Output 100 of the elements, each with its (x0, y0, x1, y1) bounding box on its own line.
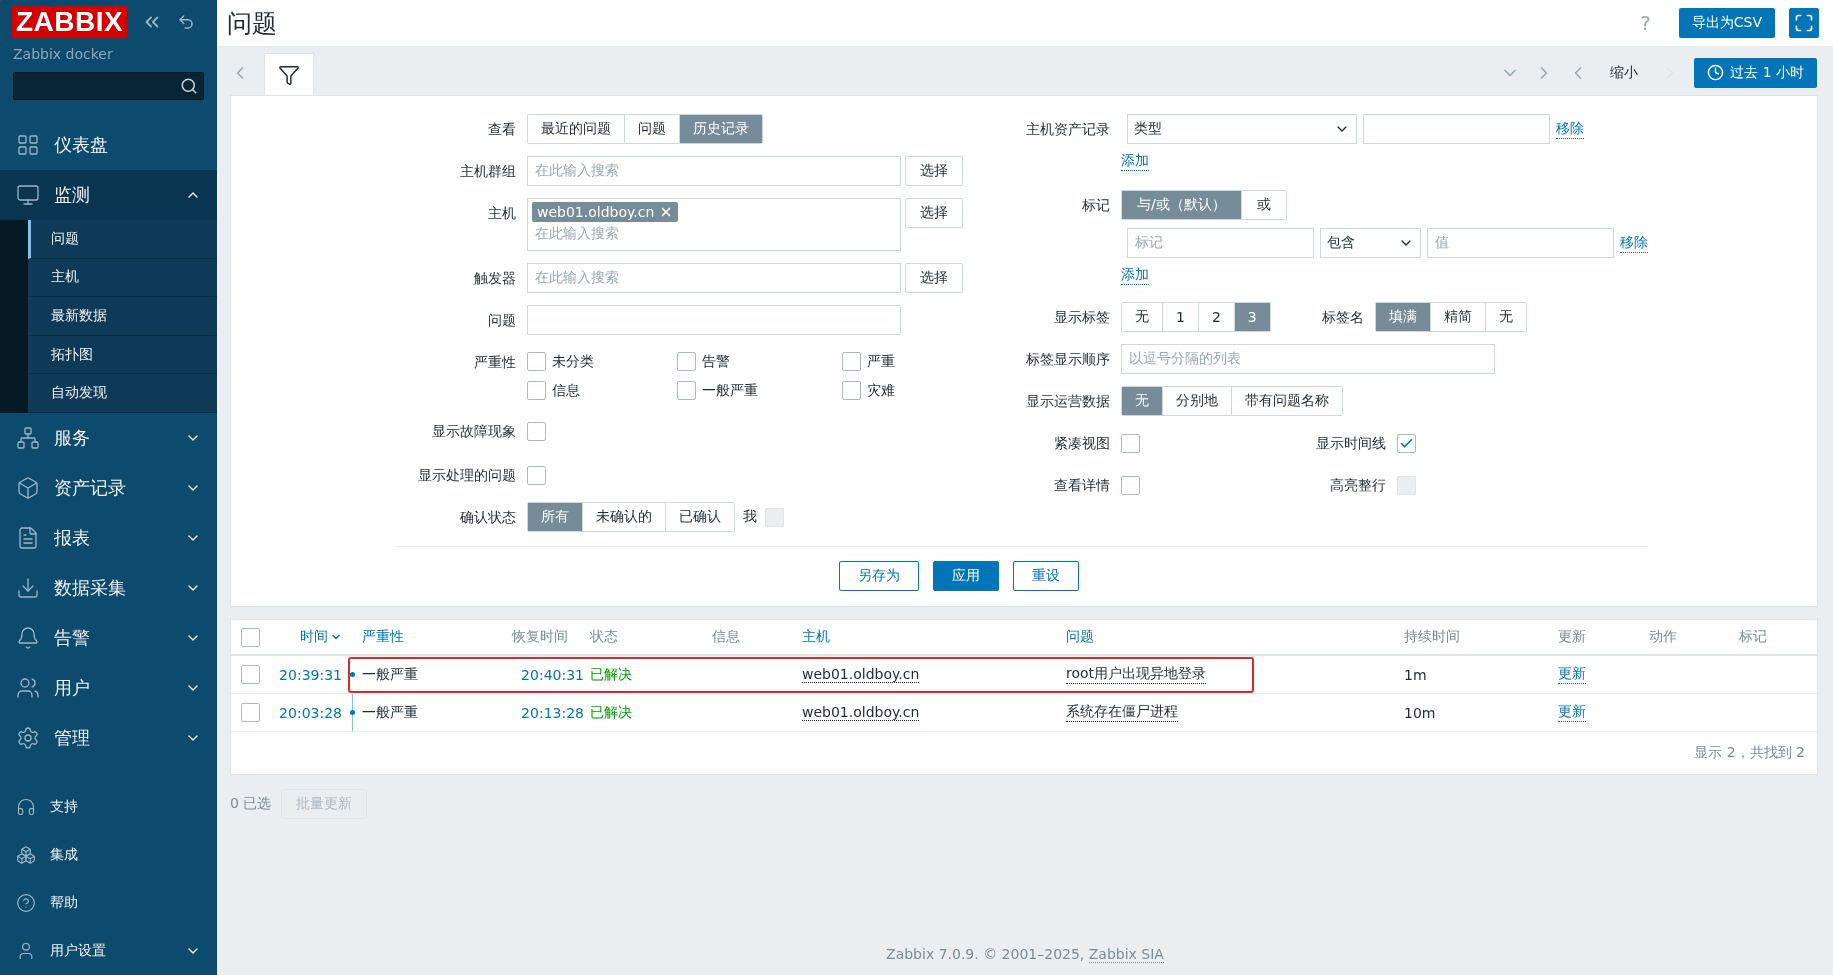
column-header[interactable]: 主机 (802, 628, 830, 646)
update-link[interactable]: 更新 (1558, 703, 1586, 722)
checkbox[interactable] (241, 665, 260, 684)
checkbox[interactable] (527, 352, 546, 371)
fullscreen-button[interactable] (1789, 8, 1819, 38)
table-cell: 一般严重 (362, 703, 418, 722)
monitor-icon (16, 183, 40, 207)
time-link[interactable]: 20:13:28 (521, 704, 590, 721)
ack-tab[interactable]: 已确认 (665, 503, 734, 531)
filter-tab[interactable] (264, 53, 314, 95)
problem-link[interactable]: root用户出现异地登录 (1066, 665, 1207, 684)
input-field[interactable] (1363, 114, 1550, 144)
cube-icon (16, 475, 40, 500)
update-link[interactable]: 更新 (1558, 665, 1586, 684)
problem-link[interactable]: 系统存在僵尸进程 (1066, 703, 1178, 722)
select-button[interactable]: 选择 (905, 198, 963, 228)
apply-button[interactable]: 应用 (933, 561, 999, 591)
checkbox[interactable] (677, 381, 696, 400)
submenu-item[interactable]: 自动发现 (28, 374, 217, 413)
field-label: 严重性 (473, 353, 517, 372)
status-text: 已解决 (590, 703, 632, 722)
checkbox[interactable] (527, 421, 546, 441)
tag-mode-tab[interactable]: 或 (1240, 191, 1286, 219)
table-cell: 10m (1404, 704, 1436, 721)
menu-item[interactable]: 用户 (0, 662, 217, 713)
menu-item[interactable]: 资产记录 (0, 462, 217, 513)
menu-item[interactable]: 服务 (0, 412, 217, 463)
menu-item[interactable]: 管理 (0, 712, 217, 763)
filter-button[interactable]: 另存为 (839, 561, 919, 591)
host-link[interactable]: web01.oldboy.cn (802, 666, 920, 683)
logo[interactable]: ZABBIX (12, 6, 128, 38)
page-title: 问题 (227, 7, 278, 40)
checkbox[interactable] (1121, 433, 1140, 453)
checkbox-label: 未分类 (552, 352, 594, 371)
checkbox[interactable] (241, 627, 260, 647)
remove-link[interactable]: 移除 (1556, 119, 1584, 139)
checkbox-label: 一般严重 (702, 381, 758, 400)
tag-name-tab[interactable]: 无 (1484, 303, 1526, 331)
settings-icon (16, 725, 40, 750)
menu-item[interactable]: 集成 (0, 831, 217, 879)
network-icon (16, 425, 40, 450)
field-label: 紧凑视图 (1053, 434, 1111, 453)
bell-icon (16, 625, 40, 650)
field-label: 触发器 (473, 269, 517, 288)
field-label: 显示故障现象 (431, 422, 517, 441)
field-label: 显示时间线 (1315, 434, 1387, 453)
submenu-item[interactable]: 拓扑图 (28, 335, 217, 375)
time-link[interactable]: 20:03:28 (279, 704, 348, 721)
column-header: 状态 (590, 628, 618, 646)
search-field[interactable] (13, 72, 204, 100)
add-link[interactable]: 添加 (1121, 151, 1149, 171)
submenu-item[interactable]: 最新数据 (28, 297, 217, 336)
field-label: 标签名 (1320, 308, 1365, 327)
checkbox[interactable] (842, 381, 861, 400)
column-header[interactable]: 时间 (300, 628, 348, 646)
checkbox[interactable] (842, 352, 861, 371)
kiosk-icon[interactable] (177, 13, 196, 31)
select-button[interactable]: 选择 (905, 263, 963, 293)
column-header[interactable]: 严重性 (362, 628, 404, 646)
menu-item[interactable]: 用户设置 (0, 927, 217, 975)
submenu-item[interactable]: 问题 (28, 220, 217, 259)
export-button[interactable]: 导出为CSV (1678, 8, 1775, 38)
remove-link[interactable]: 移除 (1620, 233, 1648, 253)
checkbox[interactable] (1397, 433, 1416, 453)
zoom-out-link[interactable]: 缩小 (1610, 63, 1639, 82)
checkbox[interactable] (1121, 475, 1140, 495)
opdata-tab[interactable]: 带有问题名称 (1231, 387, 1342, 415)
users-icon (16, 675, 40, 700)
menu-item[interactable]: 支持 (0, 783, 217, 831)
select-button[interactable]: 选择 (905, 156, 963, 186)
menu-item[interactable]: 仪表盘 (0, 120, 217, 170)
input-field[interactable] (527, 305, 901, 335)
checkbox-label: 我 (743, 508, 757, 526)
checkbox[interactable] (527, 465, 546, 485)
time-link[interactable]: 20:40:31 (521, 666, 590, 683)
field-label: 显示运营数据 (1025, 392, 1111, 411)
filter-button[interactable]: 重设 (1013, 561, 1079, 591)
checkbox[interactable] (677, 352, 696, 371)
field-label: 显示处理的问题 (417, 466, 517, 485)
menu-item[interactable]: 告警 (0, 612, 217, 663)
column-header: 标记 (1739, 628, 1767, 646)
table-cell: 一般严重 (362, 665, 418, 684)
menu-item[interactable]: 帮助 (0, 879, 217, 927)
type-select[interactable]: 类型 (1127, 114, 1357, 144)
checkbox[interactable] (241, 703, 260, 722)
search-icon (180, 77, 198, 95)
time-link[interactable]: 20:39:31 (279, 666, 348, 683)
operator-select[interactable]: 包含 (1320, 228, 1421, 258)
menu-item[interactable]: 数据采集 (0, 562, 217, 613)
host-link[interactable]: web01.oldboy.cn (802, 704, 920, 721)
field-label: 标签显示顺序 (1025, 350, 1111, 369)
add-link[interactable]: 添加 (1121, 265, 1149, 285)
column-header[interactable]: 问题 (1066, 628, 1094, 646)
checkbox[interactable] (527, 381, 546, 400)
time-period-button[interactable]: 过去 1 小时 (1694, 57, 1817, 88)
menu-item[interactable]: 监测 (0, 170, 217, 220)
document-icon (16, 525, 40, 550)
field-label: 标记 (1081, 196, 1111, 215)
submenu-item[interactable]: 主机 (28, 258, 217, 298)
menu-item[interactable]: 报表 (0, 512, 217, 563)
